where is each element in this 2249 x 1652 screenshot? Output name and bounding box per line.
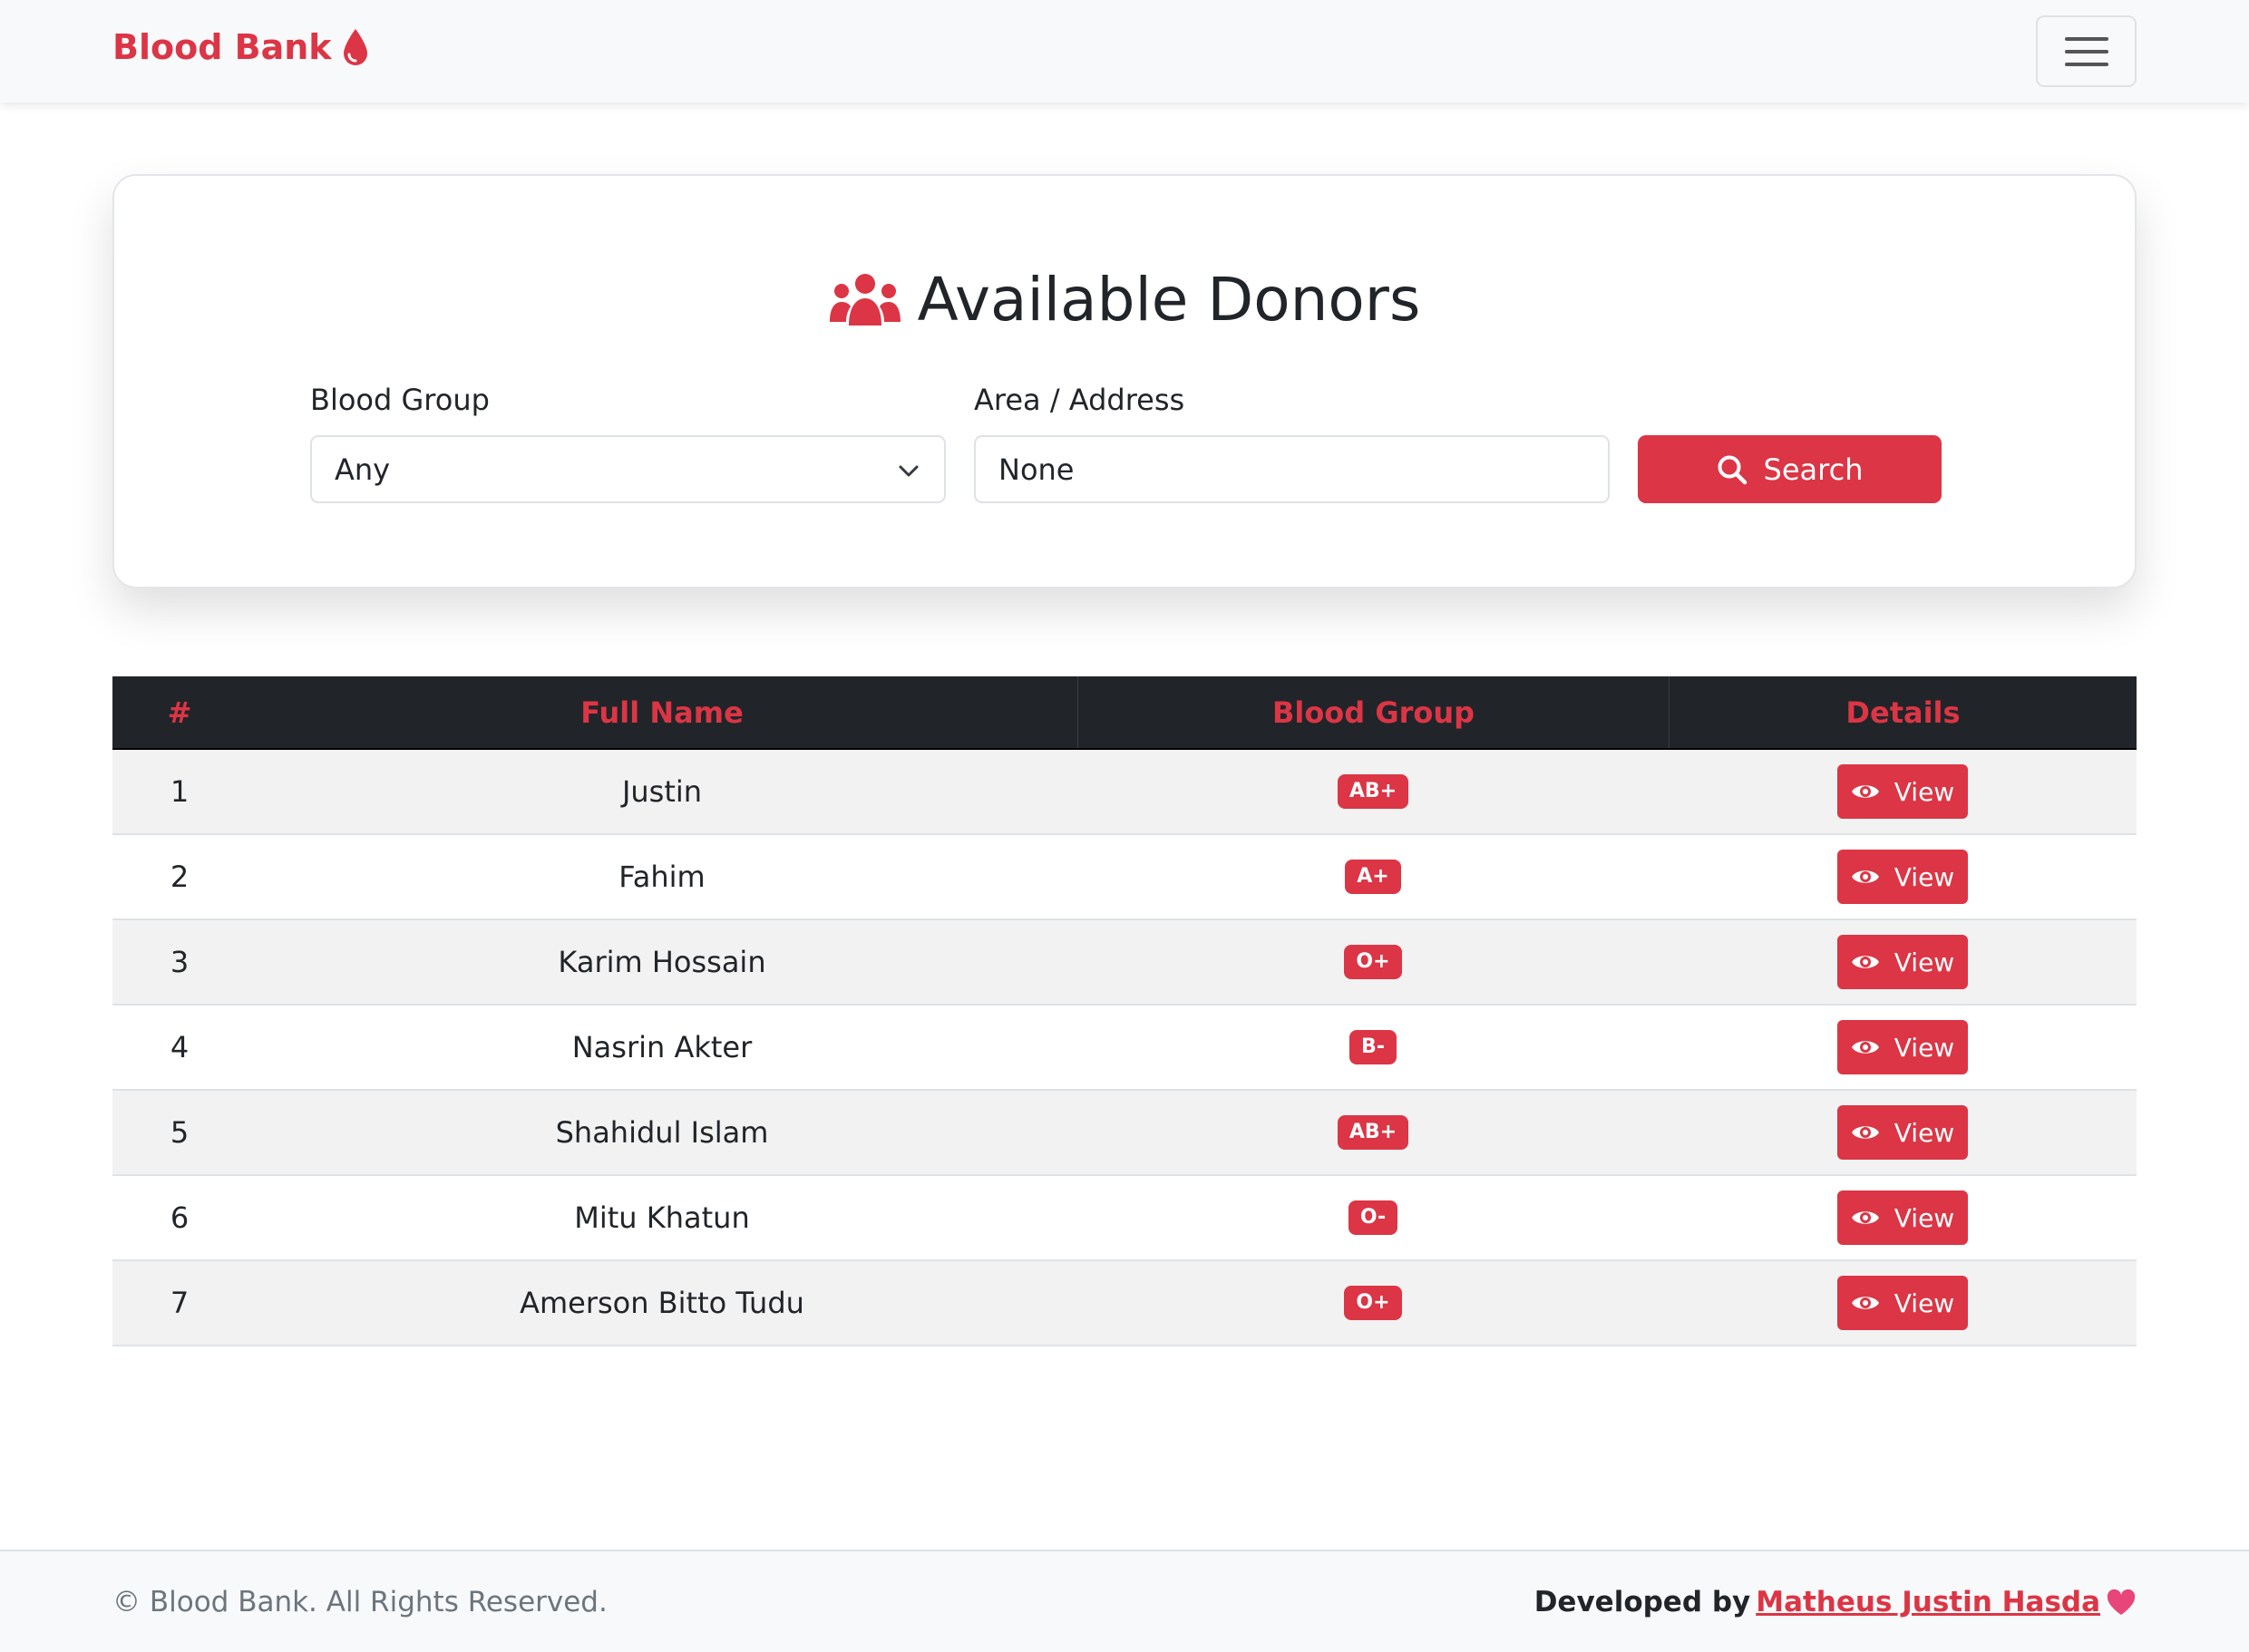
table-header: # Full Name Blood Group Details bbox=[112, 676, 2137, 750]
blood-group-badge: O- bbox=[1348, 1200, 1398, 1235]
table-row: 2 Fahim A+ View bbox=[112, 835, 2137, 920]
hamburger-icon bbox=[2064, 36, 2108, 66]
search-card: Available Donors Blood Group Any Area / … bbox=[112, 174, 2137, 588]
area-label: Area / Address bbox=[974, 383, 1185, 417]
search-icon bbox=[1718, 455, 1747, 484]
eye-icon bbox=[1851, 956, 1879, 968]
menu-toggle-button[interactable] bbox=[2036, 15, 2137, 87]
developer-credit: Developed by Matheus Justin Hasda bbox=[1534, 1586, 2137, 1618]
view-button-label: View bbox=[1894, 1032, 1955, 1063]
heart-icon bbox=[2107, 1589, 2136, 1615]
area-input[interactable]: None bbox=[974, 435, 1610, 503]
blood-group-badge: O+ bbox=[1344, 945, 1402, 979]
eye-icon bbox=[1851, 870, 1879, 883]
chevron-down-icon bbox=[899, 465, 919, 477]
eye-icon bbox=[1851, 1211, 1879, 1224]
blood-group-badge: A+ bbox=[1345, 860, 1401, 894]
view-button[interactable]: View bbox=[1837, 850, 1968, 904]
donor-name: Fahim bbox=[618, 860, 706, 894]
droplet-icon bbox=[343, 29, 367, 65]
developer-link[interactable]: Matheus Justin Hasda bbox=[1756, 1586, 2100, 1618]
blood-group-select[interactable]: Any bbox=[310, 435, 946, 503]
row-number: 6 bbox=[170, 1200, 190, 1235]
eye-icon bbox=[1851, 1297, 1879, 1309]
row-number: 1 bbox=[170, 774, 190, 809]
table-row: 6 Mitu Khatun O- View bbox=[112, 1176, 2137, 1261]
col-header-details: Details bbox=[1669, 676, 2137, 748]
table-row: 1 Justin AB+ View bbox=[112, 750, 2137, 835]
brand-name: Blood Bank bbox=[112, 27, 332, 67]
blood-group-badge: B- bbox=[1349, 1030, 1397, 1064]
donor-name: Shahidul Islam bbox=[555, 1115, 769, 1150]
page-title: Available Donors bbox=[114, 265, 2135, 335]
row-number: 4 bbox=[170, 1030, 190, 1064]
col-header-full-name: Full Name bbox=[580, 695, 744, 730]
users-icon bbox=[829, 273, 901, 326]
blood-group-badge: O+ bbox=[1344, 1286, 1402, 1320]
search-button-label: Search bbox=[1763, 452, 1864, 487]
copyright-text: © Blood Bank. All Rights Reserved. bbox=[112, 1586, 608, 1618]
donor-name: Karim Hossain bbox=[558, 945, 766, 979]
view-button[interactable]: View bbox=[1837, 1105, 1968, 1160]
donor-name: Justin bbox=[621, 774, 703, 809]
view-button-label: View bbox=[1894, 947, 1955, 977]
blood-group-value: Any bbox=[335, 452, 391, 487]
table-row: 3 Karim Hossain O+ View bbox=[112, 920, 2137, 1006]
col-header-blood-group: Blood Group bbox=[1077, 676, 1669, 748]
row-number: 7 bbox=[170, 1286, 190, 1320]
eye-icon bbox=[1851, 1126, 1879, 1139]
view-button[interactable]: View bbox=[1837, 935, 1968, 989]
row-number: 3 bbox=[170, 945, 190, 979]
donor-name: Nasrin Akter bbox=[571, 1030, 753, 1064]
blood-group-badge: AB+ bbox=[1337, 774, 1409, 809]
eye-icon bbox=[1851, 785, 1879, 798]
view-button-label: View bbox=[1894, 1288, 1955, 1318]
developed-by-label: Developed by bbox=[1533, 1586, 1751, 1618]
brand-link[interactable]: Blood Bank bbox=[112, 27, 370, 67]
table-row: 5 Shahidul Islam AB+ View bbox=[112, 1091, 2137, 1176]
col-header-number: # bbox=[167, 695, 192, 730]
blood-group-badge: AB+ bbox=[1337, 1115, 1409, 1150]
donors-table: # Full Name Blood Group Details 1 Justin… bbox=[112, 676, 2137, 1346]
eye-icon bbox=[1851, 1041, 1879, 1054]
view-button[interactable]: View bbox=[1837, 1190, 1968, 1245]
page-title-text: Available Donors bbox=[917, 265, 1421, 335]
donor-name: Amerson Bitto Tudu bbox=[520, 1286, 804, 1320]
footer: © Blood Bank. All Rights Reserved. Devel… bbox=[0, 1550, 2249, 1652]
row-number: 5 bbox=[170, 1115, 190, 1150]
donor-name: Mitu Khatun bbox=[574, 1200, 750, 1235]
view-button-label: View bbox=[1894, 776, 1955, 807]
view-button-label: View bbox=[1894, 1117, 1955, 1148]
row-number: 2 bbox=[170, 860, 190, 894]
search-button[interactable]: Search bbox=[1638, 435, 1942, 503]
blood-group-label: Blood Group bbox=[310, 383, 490, 417]
view-button[interactable]: View bbox=[1837, 764, 1968, 819]
table-row: 4 Nasrin Akter B- View bbox=[112, 1006, 2137, 1091]
view-button[interactable]: View bbox=[1837, 1276, 1968, 1330]
navbar: Blood Bank bbox=[0, 0, 2249, 102]
view-button-label: View bbox=[1894, 1202, 1955, 1233]
view-button[interactable]: View bbox=[1837, 1020, 1968, 1074]
area-value: None bbox=[998, 452, 1075, 487]
table-row: 7 Amerson Bitto Tudu O+ View bbox=[112, 1261, 2137, 1346]
view-button-label: View bbox=[1894, 861, 1955, 892]
